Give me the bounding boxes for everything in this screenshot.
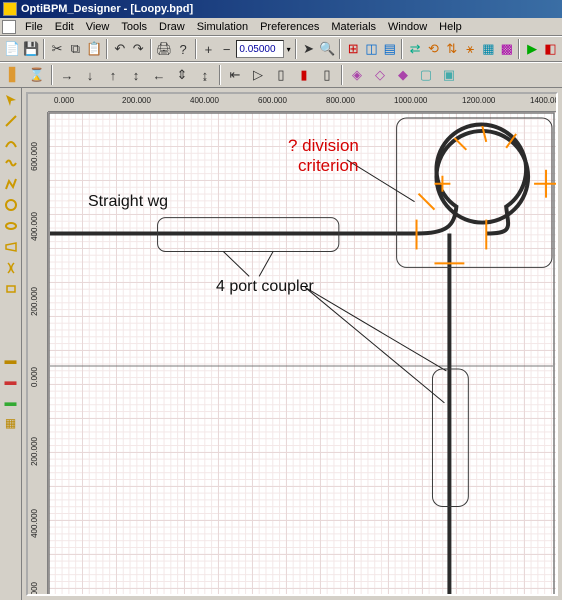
sel-button[interactable]: ▋ — [3, 64, 25, 86]
arrow-left-button[interactable]: ← — [148, 64, 170, 86]
layer2-tool[interactable]: ▬ — [1, 371, 21, 391]
undo-button[interactable]: ↶ — [111, 38, 128, 60]
rotate-button[interactable]: ⟲ — [425, 38, 442, 60]
prop4-button[interactable]: ▢ — [415, 64, 437, 86]
htick: 400.000 — [190, 96, 219, 105]
arrow-up-button[interactable]: ↑ — [102, 64, 124, 86]
vtick: 0.000 — [30, 367, 39, 387]
grid-button[interactable]: ⊞ — [344, 38, 361, 60]
prop5-button[interactable]: ▣ — [438, 64, 460, 86]
help-button[interactable]: ? — [174, 38, 191, 60]
lens-tool[interactable] — [1, 258, 21, 278]
layer3-tool[interactable]: ▬ — [1, 392, 21, 412]
ruler-vertical: 600.000 400.000 200.000 0.000 200.000 40… — [28, 112, 48, 594]
paste-button[interactable]: 📋 — [85, 38, 103, 60]
arrow-right-button[interactable]: → — [56, 64, 78, 86]
mdi-icon[interactable] — [2, 20, 16, 34]
taper-tool[interactable] — [1, 237, 21, 257]
rect-tool[interactable] — [1, 279, 21, 299]
vtick: 400.000 — [30, 509, 39, 538]
prop1-button[interactable]: ◈ — [346, 64, 368, 86]
arrow-down-button[interactable]: ↓ — [79, 64, 101, 86]
menu-file[interactable]: File — [19, 20, 49, 34]
hourglass-button[interactable]: ⌛ — [26, 64, 48, 86]
window-title: OptiBPM_Designer - [Loopy.bpd] — [21, 3, 559, 15]
vtick: 600.000 — [30, 142, 39, 171]
mirror-button[interactable]: ⇅ — [443, 38, 460, 60]
prop3-button[interactable]: ◆ — [392, 64, 414, 86]
ruler-horizontal: 0.000 200.000 400.000 600.000 800.000 10… — [48, 94, 556, 112]
canvas-frame: 0.000 200.000 400.000 600.000 800.000 10… — [22, 88, 562, 600]
snapleft-button[interactable]: ⇤ — [224, 64, 246, 86]
menu-tools[interactable]: Tools — [115, 20, 153, 34]
menu-materials[interactable]: Materials — [325, 20, 382, 34]
left-toolbar: ▬ ▬ ▬ ▦ — [0, 88, 22, 600]
htick: 1000.000 — [394, 96, 427, 105]
arrow-ud-button[interactable]: ⇕ — [171, 64, 193, 86]
htick: 1400.000 — [530, 96, 556, 105]
pointer-tool[interactable]: ➤ — [300, 38, 317, 60]
htick: 800.000 — [326, 96, 355, 105]
snap2-button[interactable]: ▮ — [293, 64, 315, 86]
menu-edit[interactable]: Edit — [49, 20, 80, 34]
arc-tool[interactable] — [1, 132, 21, 152]
poly-tool[interactable] — [1, 174, 21, 194]
cut-button[interactable]: ✂ — [48, 38, 65, 60]
vtick: 600.000 — [30, 582, 39, 594]
align-right-button[interactable]: ▤ — [381, 38, 398, 60]
layer1-tool[interactable]: ▬ — [1, 350, 21, 370]
zoom-tool[interactable]: 🔍 — [318, 38, 336, 60]
menu-view[interactable]: View — [80, 20, 116, 34]
vtick: 400.000 — [30, 212, 39, 241]
subtract-button[interactable]: − — [218, 38, 235, 60]
new-file-button[interactable]: 📄 — [3, 38, 21, 60]
workspace: ▬ ▬ ▬ ▦ 0.000 200.000 400.000 600.000 80… — [0, 88, 562, 600]
tool-b-button[interactable]: ▩ — [498, 38, 515, 60]
run-button[interactable]: ▶ — [523, 38, 540, 60]
arrow-vert-button[interactable]: ↕ — [125, 64, 147, 86]
design-drawing — [48, 112, 556, 596]
explode-button[interactable]: ⚹ — [461, 38, 478, 60]
menubar: File Edit View Tools Draw Simulation Pre… — [0, 18, 562, 36]
pick-tool[interactable] — [1, 90, 21, 110]
prop2-button[interactable]: ◇ — [369, 64, 391, 86]
arrow-updown-button[interactable]: ↨ — [194, 64, 216, 86]
vtick: 200.000 — [30, 437, 39, 466]
menu-simulation[interactable]: Simulation — [191, 20, 254, 34]
menu-window[interactable]: Window — [382, 20, 433, 34]
print-button[interactable]: 🖨 — [155, 38, 174, 60]
toolbar-2: ▋ ⌛ → ↓ ↑ ↕ ← ⇕ ↨ ⇤ ▷ ▯ ▮ ▯ ◈ ◇ ◆ ▢ ▣ — [0, 62, 562, 88]
htick: 0.000 — [54, 96, 74, 105]
flip-h-button[interactable]: ⇄ — [406, 38, 423, 60]
snap1-button[interactable]: ▯ — [270, 64, 292, 86]
htick: 200.000 — [122, 96, 151, 105]
tool-a-button[interactable]: ▦ — [480, 38, 497, 60]
config-button[interactable]: ◧ — [542, 38, 559, 60]
numeric-decrement-button[interactable]: ▾ — [285, 38, 292, 60]
save-button[interactable]: 💾 — [22, 38, 40, 60]
add-button[interactable]: + — [200, 38, 217, 60]
align-left-button[interactable]: ◫ — [363, 38, 380, 60]
menu-draw[interactable]: Draw — [153, 20, 191, 34]
app-icon — [3, 2, 17, 16]
titlebar: OptiBPM_Designer - [Loopy.bpd] — [0, 0, 562, 18]
vtick: 200.000 — [30, 287, 39, 316]
toolbar-1: 📄 💾 ✂ ⧉ 📋 ↶ ↷ 🖨 ? + − ▾ ➤ 🔍 ⊞ ◫ ▤ ⇄ ⟲ ⇅ … — [0, 36, 562, 62]
menu-help[interactable]: Help — [433, 20, 468, 34]
menu-preferences[interactable]: Preferences — [254, 20, 325, 34]
copy-button[interactable]: ⧉ — [67, 38, 84, 60]
curve2-tool[interactable] — [1, 153, 21, 173]
line-tool[interactable] — [1, 111, 21, 131]
numeric-input[interactable] — [236, 40, 284, 58]
snap3-button[interactable]: ▯ — [316, 64, 338, 86]
layer4-tool[interactable]: ▦ — [1, 413, 21, 433]
redo-button[interactable]: ↷ — [130, 38, 147, 60]
design-canvas[interactable]: Straight wg 4 port coupler ? division cr… — [48, 112, 556, 594]
circle-tool[interactable] — [1, 195, 21, 215]
htick: 600.000 — [258, 96, 287, 105]
htick: 1200.000 — [462, 96, 495, 105]
ellipse-tool[interactable] — [1, 216, 21, 236]
play-button[interactable]: ▷ — [247, 64, 269, 86]
